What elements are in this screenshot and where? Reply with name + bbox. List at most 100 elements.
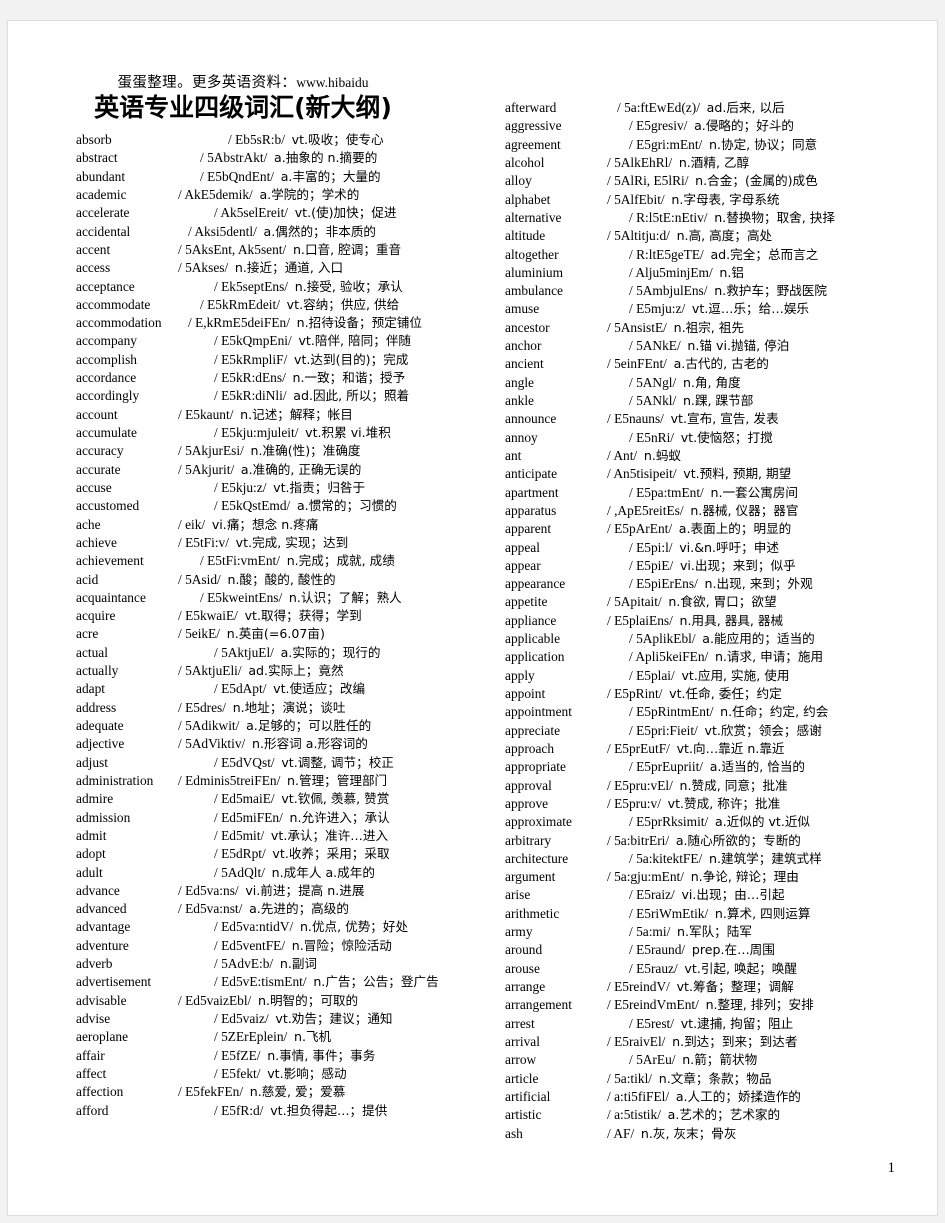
entry-word: adjust [76, 754, 108, 770]
entry-word: advanced [76, 901, 127, 917]
entry-word: accent [76, 241, 111, 257]
entry-definition: vt.积累 vi.堆积 [305, 425, 391, 440]
entry-word: adverb [76, 956, 113, 972]
entry-definition: n.器械, 仪器；器官 [690, 502, 799, 518]
entry-definition: n.成年人 a.成年的 [271, 864, 375, 880]
entry-definition: n.文章；条款；物品 [658, 1070, 772, 1086]
entry-spacer [229, 535, 236, 550]
entry-word: acceptance [76, 278, 135, 294]
vocabulary-entry: architecture / 5a:kitektFE/ n.建筑学；建筑式样 [505, 850, 909, 868]
entry-spacer [265, 865, 272, 880]
entry-spacer [286, 242, 293, 257]
entry-word: appoint [505, 686, 546, 701]
entry-phonetic: / E5kR:dEns/ [214, 370, 286, 386]
entry-word: arithmetic [505, 905, 560, 921]
entry-definition: a.能应用的；适当的 [702, 631, 815, 647]
entry-word: approximate [505, 814, 572, 830]
entry-definition: n.救护车；野战医院 [714, 283, 827, 299]
vocabulary-entry: ache / eik/ vi.痛；想念 n.疼痛 [76, 516, 480, 534]
entry-definition: vt.收养；采用；采取 [272, 846, 390, 862]
entry-spacer [674, 430, 681, 445]
entry-definition: n.完成；成就, 成绩 [286, 553, 395, 569]
entry-definition: a.偶然的；非本质的 [263, 223, 377, 239]
vocabulary-entry: annoy / E5nRi/ vt.使恼怒；打搅 [505, 429, 909, 447]
vocabulary-entry: application / Apli5keiFEn/ n.请求, 申请；施用 [505, 648, 909, 666]
entry-spacer [251, 993, 258, 1008]
entry-word: accompany [76, 333, 137, 349]
entry-phonetic: / E,kRmE5deiFEn/ [188, 315, 290, 331]
vocabulary-entry: around / E5raund/ prep.在…周围 [505, 941, 909, 959]
entry-spacer [288, 279, 295, 294]
entry-definition: a.适当的, 恰当的 [709, 759, 806, 775]
entry-spacer [637, 448, 644, 463]
vocabulary-entry: admire / Ed5maiE/ vt.钦佩, 羡慕, 赞赏 [76, 790, 480, 808]
entry-word: advantage [76, 919, 131, 935]
entry-definition: n.飞机 [293, 1029, 332, 1045]
entry-phonetic: / 5Akjurit/ [178, 461, 235, 477]
entry-definition: vt.指责；归咎于 [273, 479, 366, 495]
entry-phonetic: / E5kwaiE/ [178, 608, 238, 624]
entry-definition: vt.容纳；供应, 供给 [286, 296, 400, 312]
entry-spacer [670, 979, 677, 994]
vocabulary-entry: arise / E5raiz/ vi.出现；由…引起 [505, 886, 909, 904]
entry-word: affect [76, 1065, 107, 1081]
entry-word: aluminium [505, 264, 564, 280]
entry-word: army [505, 924, 533, 940]
entry-word: abstract [76, 150, 118, 166]
entry-definition: vt.赞成, 称许；批准 [667, 795, 781, 811]
entry-phonetic: / 5ANgl/ [629, 374, 677, 390]
entry-definition: n.广告；公告；登广告 [313, 974, 439, 990]
entry-spacer [274, 645, 281, 660]
entry-spacer [702, 137, 709, 152]
entry-phonetic: / E5reindVmEnt/ [607, 997, 699, 1013]
entry-definition: n.军队；陆军 [677, 924, 752, 940]
entry-spacer [634, 1126, 641, 1141]
entry-definition: ad.因此, 所以；照着 [293, 388, 410, 404]
entry-definition: vt.使适应；改编 [273, 681, 366, 697]
vocabulary-entry: admit / Ed5mit/ vt.承认；准许…进入 [76, 827, 480, 845]
vocabulary-entry: achievement / E5tFi:vmEnt/ n.完成；成就, 成绩 [76, 552, 480, 570]
entry-word: adopt [76, 846, 106, 862]
entry-definition: vt.任命, 委任；约定 [669, 686, 782, 701]
vocabulary-entry: accordingly / E5kR:diNli/ ad.因此, 所以；照着 [76, 387, 480, 405]
vocabulary-entry: arbitrary / 5a:bitrEri/ a.随心所欲的；专断的 [505, 832, 909, 850]
entry-spacer [264, 828, 271, 843]
entry-word: actual [76, 644, 108, 660]
entry-spacer [288, 205, 295, 220]
entry-phonetic: / Ed5vaiz/ [214, 1011, 269, 1026]
entry-phonetic: / 5AlkEhRl/ [607, 154, 673, 170]
entry-definition: prep.在…周围 [691, 942, 775, 958]
vocabulary-entry: accidental / Aksi5dentl/ a.偶然的；非本质的 [76, 223, 480, 241]
entry-phonetic: / 5AktjuEl/ [214, 644, 274, 660]
entry-phonetic: / E5pru:v/ [607, 795, 661, 811]
entry-spacer [287, 352, 294, 367]
entry-definition: n.到达；到来；到达者 [672, 1033, 798, 1049]
entry-word: advisable [76, 992, 127, 1008]
entry-spacer [673, 613, 680, 628]
entry-word: appliance [505, 612, 557, 628]
entry-phonetic: / 5a:ftEwEd(z)/ [617, 100, 700, 115]
entry-word: accidental [76, 223, 131, 239]
entry-definition: n.高, 高度；高处 [676, 228, 773, 244]
entry-definition: a.近似的 vt.近似 [714, 814, 811, 830]
entry-phonetic: / E5fekFEn/ [178, 1084, 244, 1100]
entry-word: amuse [505, 301, 540, 317]
vocabulary-entry: adopt / E5dRpt/ vt.收养；采用；采取 [76, 845, 480, 863]
entry-definition: n.替换物；取舍, 抉择 [714, 209, 835, 225]
entry-phonetic: / Eb5sR:b/ [228, 132, 285, 147]
entry-word: architecture [505, 850, 569, 866]
entry-phonetic: / E5pi:l/ [629, 539, 673, 555]
document-page: 蛋蛋整理。更多英语资料：www.hibaidu 英语专业四级词汇(新大纲) ab… [8, 21, 937, 1215]
vocabulary-entry: administration / Edminis5treiFEn/ n.管理；管理… [76, 772, 480, 790]
entry-definition: a.侵略的；好斗的 [694, 118, 794, 134]
page-title: 英语专业四级词汇(新大纲) [94, 93, 392, 122]
entry-phonetic: / 5ANkE/ [629, 338, 681, 354]
vocabulary-entry: aeroplane / 5ZErEplein/ n.飞机 [76, 1028, 480, 1046]
entry-definition: vt.使恼怒；打搅 [680, 429, 773, 445]
entry-word: approval [505, 777, 552, 793]
vocabulary-entry: acceptance / Ek5septEns/ n.接受, 验收；承认 [76, 278, 480, 296]
entry-phonetic: / E5pa:tmEnt/ [629, 484, 704, 500]
entry-spacer [293, 919, 300, 934]
entry-phonetic: / E5riWmEtik/ [629, 905, 709, 921]
entry-word: arrow [505, 1052, 537, 1068]
